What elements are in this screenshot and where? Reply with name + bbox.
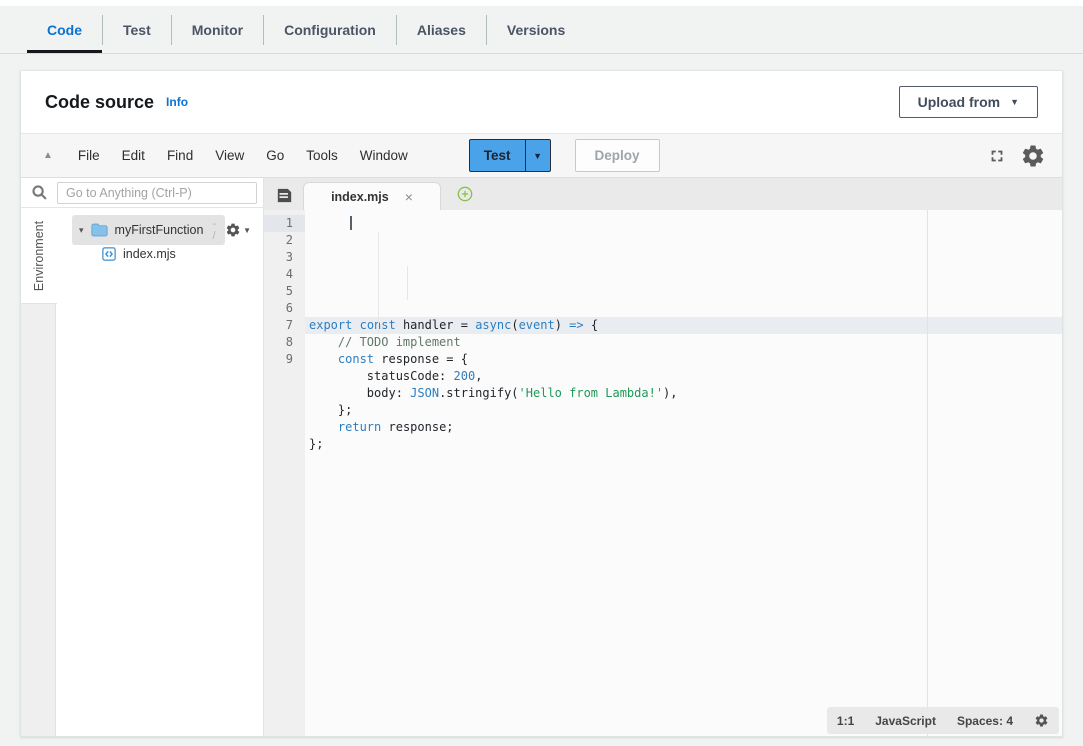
code-source-panel: Code source Info Upload from ▼ ▲ File Ed… bbox=[20, 70, 1063, 737]
folder-name: myFirstFunction bbox=[115, 223, 204, 237]
goto-anything-input[interactable] bbox=[57, 182, 257, 204]
deploy-button[interactable]: Deploy bbox=[575, 139, 660, 172]
line-number[interactable]: 1 bbox=[264, 215, 305, 232]
code-line bbox=[305, 453, 1062, 470]
tab-list-icon[interactable] bbox=[276, 188, 293, 203]
tree-settings-gear-icon[interactable]: ▼ bbox=[225, 222, 251, 238]
gutter[interactable]: 123456789 bbox=[264, 210, 305, 736]
tree-row-folder[interactable]: ▾ myFirstFunction - / ▼ bbox=[56, 218, 263, 242]
panel-header: Code source Info Upload from ▼ bbox=[21, 71, 1062, 133]
statusbar-gear-icon[interactable] bbox=[1034, 713, 1049, 728]
tab-configuration[interactable]: Configuration bbox=[264, 6, 396, 53]
sidebar-body: Environment ▾ myFirstFunction - / bbox=[21, 208, 263, 736]
collapse-panel-icon[interactable]: ▲ bbox=[43, 150, 53, 161]
indent-guide bbox=[407, 266, 408, 300]
code-line: const response = { bbox=[305, 351, 1062, 368]
close-icon[interactable]: × bbox=[405, 189, 413, 205]
menu-go[interactable]: Go bbox=[255, 148, 295, 163]
line-number[interactable]: 9 bbox=[264, 351, 293, 368]
test-dropdown-button[interactable]: ▼ bbox=[525, 139, 551, 172]
tab-aliases[interactable]: Aliases bbox=[397, 6, 486, 53]
indent-setting[interactable]: Spaces: 4 bbox=[957, 714, 1013, 728]
folder-path-suffix: - / bbox=[212, 218, 218, 242]
toolbar-right-icons bbox=[988, 143, 1052, 169]
js-file-icon bbox=[102, 247, 116, 261]
menu-view[interactable]: View bbox=[204, 148, 255, 163]
line-number[interactable]: 2 bbox=[264, 232, 293, 249]
search-icon bbox=[21, 184, 57, 201]
chevron-down-icon[interactable]: ▾ bbox=[79, 225, 84, 236]
folder-selected-pill[interactable]: ▾ myFirstFunction - / bbox=[72, 215, 225, 245]
code-line: }; bbox=[305, 402, 1062, 419]
editor-pane: index.mjs × 123456789 export const handl… bbox=[263, 178, 1062, 736]
upload-from-label: Upload from bbox=[918, 94, 1000, 110]
menu-find[interactable]: Find bbox=[156, 148, 204, 163]
line-number[interactable]: 3 bbox=[264, 249, 293, 266]
line-number[interactable]: 7 bbox=[264, 317, 293, 334]
file-name: index.mjs bbox=[123, 247, 176, 261]
dock-strip: Environment bbox=[21, 208, 56, 736]
editor-statusbar: 1:1 JavaScript Spaces: 4 bbox=[827, 707, 1059, 734]
code-line: statusCode: 200, bbox=[305, 368, 1062, 385]
editor-tabbar: index.mjs × bbox=[264, 178, 1062, 210]
line-number[interactable]: 8 bbox=[264, 334, 293, 351]
info-link[interactable]: Info bbox=[166, 95, 188, 109]
tab-monitor[interactable]: Monitor bbox=[172, 6, 263, 53]
language-mode[interactable]: JavaScript bbox=[875, 714, 936, 728]
line-number[interactable]: 4 bbox=[264, 266, 293, 283]
menu-edit[interactable]: Edit bbox=[111, 148, 156, 163]
tree-row-file[interactable]: index.mjs bbox=[56, 242, 263, 266]
page-title: Code source bbox=[45, 92, 154, 113]
editor-tab-indexmjs[interactable]: index.mjs × bbox=[303, 182, 441, 210]
sidebar: Environment ▾ myFirstFunction - / bbox=[21, 178, 263, 736]
tab-test[interactable]: Test bbox=[103, 6, 171, 53]
workspace: Environment ▾ myFirstFunction - / bbox=[21, 178, 1062, 736]
fullscreen-icon[interactable] bbox=[988, 147, 1006, 165]
tab-code[interactable]: Code bbox=[27, 6, 102, 53]
line-number[interactable]: 6 bbox=[264, 300, 293, 317]
code-lines: export const handler = async(event) => {… bbox=[305, 210, 1062, 736]
line-number[interactable]: 5 bbox=[264, 283, 293, 300]
editor-settings-gear-icon[interactable] bbox=[1020, 143, 1046, 169]
new-tab-plus-icon[interactable] bbox=[457, 186, 473, 202]
print-margin bbox=[927, 210, 928, 736]
function-tabs: Code Test Monitor Configuration Aliases … bbox=[0, 6, 1083, 54]
code-editor[interactable]: 123456789 export const handler = async(e… bbox=[264, 210, 1062, 736]
file-tree: ▾ myFirstFunction - / ▼ bbox=[56, 208, 263, 736]
menu-tools[interactable]: Tools bbox=[295, 148, 349, 163]
run-button-group: Test ▼ Deploy bbox=[469, 139, 660, 172]
environment-label: Environment bbox=[32, 220, 46, 290]
indent-guide bbox=[378, 232, 379, 334]
menu-file[interactable]: File bbox=[67, 148, 111, 163]
cursor-position[interactable]: 1:1 bbox=[837, 714, 854, 728]
folder-icon bbox=[91, 223, 108, 237]
code-line: body: JSON.stringify('Hello from Lambda!… bbox=[305, 385, 1062, 402]
goto-anything-row bbox=[21, 178, 263, 208]
code-line: // TODO implement bbox=[305, 334, 1062, 351]
test-button[interactable]: Test bbox=[469, 139, 525, 172]
editor-tab-label: index.mjs bbox=[331, 190, 389, 204]
chevron-down-icon: ▼ bbox=[1010, 97, 1019, 107]
tab-versions[interactable]: Versions bbox=[487, 6, 585, 53]
editor-toolbar: ▲ File Edit Find View Go Tools Window Te… bbox=[21, 133, 1062, 178]
code-line: }; bbox=[305, 436, 1062, 453]
chevron-down-icon: ▼ bbox=[533, 151, 542, 161]
chevron-down-icon: ▼ bbox=[243, 226, 251, 235]
upload-from-button[interactable]: Upload from ▼ bbox=[899, 86, 1038, 118]
text-cursor bbox=[350, 216, 352, 230]
code-line: return response; bbox=[305, 419, 1062, 436]
menu-window[interactable]: Window bbox=[349, 148, 419, 163]
environment-tab[interactable]: Environment bbox=[21, 208, 57, 304]
code-line: export const handler = async(event) => { bbox=[305, 317, 1062, 334]
